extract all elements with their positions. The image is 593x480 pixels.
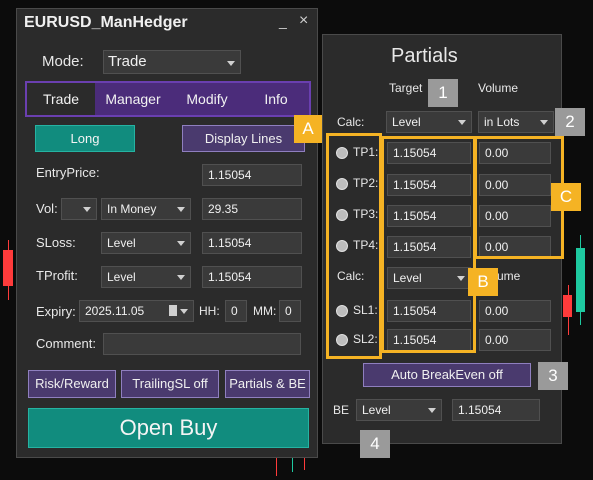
comment-field[interactable] <box>103 333 301 355</box>
target-header: Target <box>389 81 423 95</box>
candle-bull <box>576 248 585 312</box>
annotation-box-b <box>381 136 476 353</box>
tab-bar: Trade Manager Modify Info <box>25 81 311 117</box>
tab-info[interactable]: Info <box>243 83 309 115</box>
comment-label: Comment: <box>36 336 96 351</box>
be-mode-select[interactable]: Level <box>356 399 442 421</box>
annotation-tag-1: 1 <box>428 79 458 107</box>
expiry-label: Expiry: <box>36 304 76 319</box>
volume-header: Volume <box>478 81 519 95</box>
candle-bear <box>3 250 13 286</box>
entry-price-field[interactable]: 1.15054 <box>202 164 302 186</box>
chevron-down-icon <box>177 241 185 246</box>
hh-field[interactable]: 0 <box>225 300 247 322</box>
hh-label: HH: <box>199 304 220 318</box>
vol-value-field[interactable]: 29.35 <box>202 198 302 220</box>
vol-mode-value: In Money <box>107 202 157 216</box>
sloss-mode-select[interactable]: Level <box>101 232 191 254</box>
chevron-down-icon <box>428 408 436 413</box>
mm-field[interactable]: 0 <box>279 300 301 322</box>
chevron-down-icon <box>177 207 185 212</box>
long-button[interactable]: Long <box>35 125 135 152</box>
be-label: BE <box>333 403 350 417</box>
vol-label: Vol: <box>36 201 58 216</box>
calc-target-select[interactable]: Level <box>386 111 472 133</box>
calc-volume-select[interactable]: in Lots <box>478 111 554 133</box>
sl1-volume-field[interactable]: 0.00 <box>479 300 551 322</box>
tprofit-label: TProfit: <box>36 268 78 283</box>
tab-trade[interactable]: Trade <box>27 83 95 115</box>
annotation-tag-4: 4 <box>360 430 390 458</box>
sl-volume-header: ume <box>497 269 521 283</box>
minimize-button[interactable]: _ <box>279 13 287 29</box>
be-value-field[interactable]: 1.15054 <box>452 399 540 421</box>
chevron-down-icon <box>177 275 185 280</box>
calc-target-value: Level <box>392 115 421 129</box>
mode-value: Trade <box>108 53 147 70</box>
annotation-tag-a: A <box>294 115 322 143</box>
title-bar[interactable]: EURUSD_ManHedger _ × <box>17 9 317 37</box>
annotation-tag-3: 3 <box>538 362 568 390</box>
window-title: EURUSD_ManHedger <box>24 14 188 31</box>
tprofit-mode-select[interactable]: Level <box>101 266 191 288</box>
candle-wick <box>304 458 305 470</box>
sloss-mode-value: Level <box>107 236 136 250</box>
partials-be-button[interactable]: Partials & BE <box>225 370 310 398</box>
display-lines-button[interactable]: Display Lines <box>182 125 305 152</box>
chevron-down-icon <box>540 120 548 125</box>
vol-select[interactable] <box>61 198 97 220</box>
vol-mode-select[interactable]: In Money <box>101 198 191 220</box>
sl2-volume-field[interactable]: 0.00 <box>479 329 551 351</box>
chevron-down-icon <box>458 120 466 125</box>
mode-select[interactable]: Trade <box>103 50 241 74</box>
sloss-label: SLoss: <box>36 235 76 250</box>
candle-wick <box>276 458 277 476</box>
auto-breakeven-button[interactable]: Auto BreakEven off <box>363 363 531 387</box>
tprofit-mode-value: Level <box>107 270 136 284</box>
annotation-tag-b: B <box>468 268 498 296</box>
calc-volume-value: in Lots <box>484 115 520 129</box>
annotation-tag-c: C <box>551 183 581 211</box>
annotation-box-a <box>326 133 382 359</box>
mm-label: MM: <box>253 304 277 318</box>
partials-title: Partials <box>391 45 458 67</box>
trade-panel: EURUSD_ManHedger _ × Mode: Trade Trade M… <box>16 8 318 458</box>
calc-label: Calc: <box>337 115 365 129</box>
be-mode-value: Level <box>362 403 391 417</box>
candle-bear <box>563 295 572 317</box>
expiry-date-value: 2025.11.05 <box>85 304 145 318</box>
chevron-down-icon <box>83 207 91 212</box>
open-buy-button[interactable]: Open Buy <box>28 408 309 448</box>
close-button[interactable]: × <box>299 12 308 30</box>
tab-modify[interactable]: Modify <box>171 83 243 115</box>
entry-price-label: EntryPrice: <box>36 165 100 180</box>
chevron-down-icon <box>227 61 235 66</box>
mode-label: Mode: <box>42 53 84 70</box>
annotation-tag-2: 2 <box>555 108 585 136</box>
trailing-sl-button[interactable]: TrailingSL off <box>121 370 219 398</box>
candle-wick <box>292 458 293 472</box>
tab-manager[interactable]: Manager <box>95 83 171 115</box>
tprofit-value-field[interactable]: 1.15054 <box>202 266 302 288</box>
sloss-value-field[interactable]: 1.15054 <box>202 232 302 254</box>
expiry-date-picker[interactable]: 2025.11.05 <box>79 300 194 322</box>
calendar-icon <box>169 305 177 316</box>
risk-reward-button[interactable]: Risk/Reward <box>28 370 116 398</box>
chevron-down-icon <box>180 309 188 314</box>
